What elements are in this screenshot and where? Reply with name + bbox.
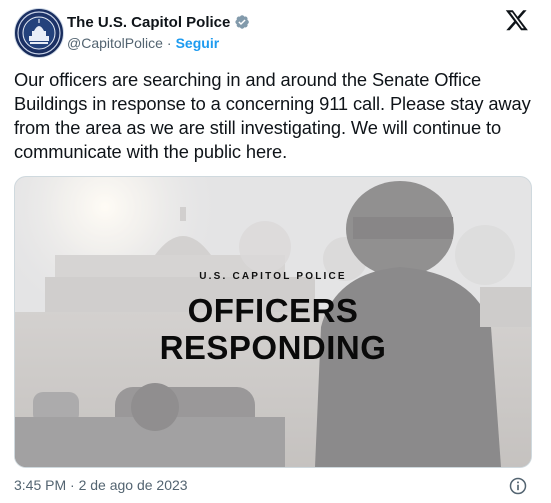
author-handle[interactable]: @CapitolPolice <box>67 35 163 51</box>
tweet-text: Our officers are searching in and around… <box>14 69 531 162</box>
handle-separator: · <box>166 35 172 51</box>
tweet-media-image[interactable]: U.S. CAPITOL POLICE OFFICERS RESPONDING <box>14 176 532 468</box>
follow-button[interactable]: Seguir <box>176 35 220 51</box>
media-title: OFFICERS RESPONDING <box>15 292 531 366</box>
author-name[interactable]: The U.S. Capitol Police <box>67 14 230 31</box>
verified-badge-icon[interactable] <box>234 14 250 30</box>
author-handle-row: @CapitolPolice · Seguir <box>67 35 219 51</box>
tweet-timestamp[interactable]: 3:45 PM · 2 de ago de 2023 <box>14 477 188 493</box>
media-title-line2: RESPONDING <box>159 329 387 366</box>
author-avatar[interactable] <box>14 8 64 58</box>
capitol-police-seal <box>17 11 61 55</box>
tweet-card: The U.S. Capitol Police @CapitolPolice ·… <box>0 0 551 503</box>
media-title-line1: OFFICERS <box>187 292 359 329</box>
info-icon[interactable] <box>508 476 528 496</box>
media-kicker: U.S. CAPITOL POLICE <box>199 271 347 282</box>
x-logo-icon[interactable] <box>505 8 529 32</box>
author-name-row: The U.S. Capitol Police <box>67 12 250 32</box>
